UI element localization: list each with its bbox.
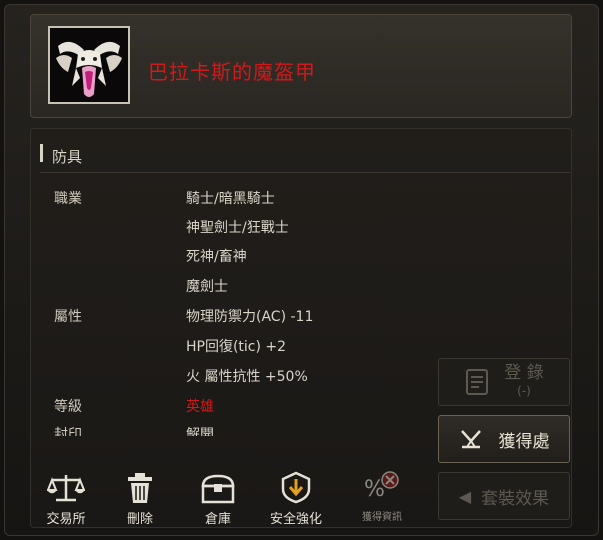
seal-value: 解開: [186, 427, 214, 436]
register-sublabel: (-): [517, 384, 531, 398]
percent-disabled-icon: %: [364, 471, 399, 502]
warehouse-label: 倉庫: [204, 512, 231, 527]
caret-left-icon: ◀: [458, 486, 472, 506]
job-label: 職業: [54, 191, 82, 207]
obtain-info-label: 獲得資訊: [362, 512, 402, 523]
delete-button[interactable]: 刪除: [110, 468, 170, 527]
register-button[interactable]: 登 錄 (-): [438, 358, 570, 406]
category-label: 防具: [52, 148, 83, 166]
set-effect-button[interactable]: ◀ 套裝效果: [438, 472, 570, 520]
divider: [40, 172, 570, 173]
enhance-icon: [281, 471, 311, 504]
attribute-value: 物理防禦力(AC) -11: [186, 309, 314, 325]
grade-label: 等級: [54, 399, 82, 415]
obtain-location-button[interactable]: 獲得處: [438, 415, 570, 463]
obtain-location-icon: [460, 430, 481, 449]
safe-enhance-button[interactable]: 安全強化: [266, 468, 326, 527]
warehouse-button[interactable]: 倉庫: [188, 468, 248, 527]
job-value: 魔劍士: [186, 279, 228, 295]
delete-label: 刪除: [126, 512, 153, 527]
job-value: 神聖劍士/狂戰士: [186, 220, 289, 236]
register-icon: [466, 369, 489, 395]
scales-icon: [47, 475, 85, 502]
exchange-button[interactable]: 交易所: [36, 468, 96, 527]
set-effect-label: 套裝效果: [481, 488, 550, 509]
exchange-label: 交易所: [46, 512, 86, 527]
job-value: 死神/畜神: [186, 249, 247, 265]
trash-icon: [128, 473, 152, 503]
obtain-info-button[interactable]: % 獲得資訊: [352, 468, 412, 523]
attribute-value: HP回復(tic) +2: [186, 339, 287, 355]
dragon-skull-icon: [48, 26, 130, 104]
attribute-label: 屬性: [54, 309, 82, 325]
item-name: 巴拉卡斯的魔盔甲: [148, 60, 316, 84]
register-label: 登 錄: [504, 363, 544, 383]
grade-value: 英雄: [186, 399, 214, 415]
category-marker: [40, 144, 43, 162]
obtain-location-label: 獲得處: [498, 431, 550, 452]
job-value: 騎士/暗黑騎士: [186, 191, 275, 207]
chest-icon: [201, 474, 235, 504]
attribute-value: 火 屬性抗性 +50%: [186, 369, 308, 385]
seal-label: 封印: [54, 427, 82, 436]
safe-enhance-label: 安全強化: [269, 512, 322, 527]
